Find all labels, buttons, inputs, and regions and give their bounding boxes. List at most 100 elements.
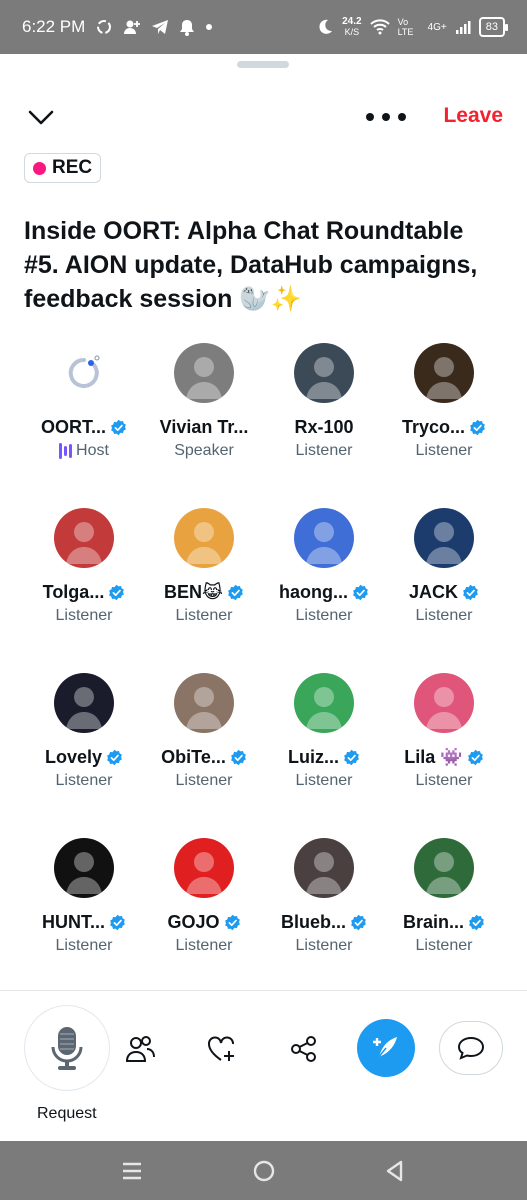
react-button[interactable] <box>206 1033 238 1065</box>
system-icons: 24.2 K/S Vo LTE 4G+ 83 <box>316 17 509 37</box>
person-silhouette-icon <box>306 357 342 399</box>
participant-name-row: GOJO <box>167 912 240 933</box>
participant[interactable]: Tryco... Listener <box>384 342 504 507</box>
participant[interactable]: GOJO Listener <box>144 837 264 1002</box>
participant-name: GOJO <box>167 912 220 932</box>
participant[interactable]: Blueb... Listener <box>264 837 384 1002</box>
participant-name: Luiz... <box>288 747 339 767</box>
battery-indicator: 83 <box>478 17 509 37</box>
verified-badge-icon <box>110 914 125 931</box>
participant-name-row: Vivian Tr... <box>160 417 249 438</box>
participant-name: Lila 👾 <box>404 747 463 767</box>
participant[interactable]: Lovely Listener <box>24 672 144 837</box>
request-mic-button[interactable] <box>24 1005 110 1091</box>
verified-badge-icon <box>469 914 484 931</box>
participant[interactable]: BEN😹 Listener <box>144 507 264 672</box>
system-navigation-bar <box>0 1141 527 1200</box>
feather-plus-icon <box>373 1037 397 1059</box>
participant-role-row: Listener <box>176 607 233 625</box>
avatar[interactable] <box>54 838 114 898</box>
participant[interactable]: Luiz... Listener <box>264 672 384 837</box>
participant[interactable]: Lila 👾 Listener <box>384 672 504 837</box>
share-button[interactable] <box>288 1033 320 1065</box>
menu-icon[interactable] <box>120 1159 144 1183</box>
participant-role: Listener <box>295 607 353 624</box>
chat-button[interactable] <box>439 1021 503 1075</box>
verified-badge-icon <box>107 749 122 766</box>
participant[interactable]: Tolga... Listener <box>24 507 144 672</box>
people-icon <box>125 1036 155 1062</box>
participant[interactable]: ObiTe... Listener <box>144 672 264 837</box>
avatar[interactable] <box>54 343 114 403</box>
participant-name-row: Brain... <box>403 912 485 933</box>
sheet-grabber[interactable] <box>237 61 289 68</box>
participant-role: Listener <box>295 937 353 954</box>
participant-role: Listener <box>55 937 113 954</box>
participant-role-row: Listener <box>56 607 113 625</box>
participant-role-row: Listener <box>416 937 473 955</box>
avatar[interactable] <box>294 673 354 733</box>
participant[interactable]: Brain... Listener <box>384 837 504 1002</box>
participant[interactable]: haong... Listener <box>264 507 384 672</box>
participant-name-row: Lovely <box>45 747 123 768</box>
participant-name-row: ObiTe... <box>161 747 247 768</box>
participants-grid: OORT... Host Vivian Tr... Speaker Rx-100 List… <box>24 342 504 1002</box>
participant-name-row: Blueb... <box>281 912 367 933</box>
participant-role: Listener <box>415 772 473 789</box>
avatar[interactable] <box>294 343 354 403</box>
avatar[interactable] <box>54 673 114 733</box>
person-silhouette-icon <box>186 522 222 564</box>
heart-plus-icon <box>208 1036 234 1061</box>
participant-role-row: Listener <box>296 442 353 460</box>
avatar[interactable] <box>414 508 474 568</box>
avatar[interactable] <box>294 508 354 568</box>
avatar[interactable] <box>54 508 114 568</box>
status-time: 6:22 PM <box>22 17 86 36</box>
recording-dot-icon <box>33 161 46 175</box>
participant-name: Lovely <box>44 747 103 767</box>
volte-label: Vo LTE <box>397 17 414 37</box>
avatar[interactable] <box>414 343 474 403</box>
avatar[interactable] <box>414 838 474 898</box>
avatar[interactable] <box>174 343 234 403</box>
participant-name-row: haong... <box>279 582 369 603</box>
participant[interactable]: HUNT... Listener <box>24 837 144 1002</box>
verified-badge-icon <box>463 584 478 601</box>
participant[interactable]: Vivian Tr... Speaker <box>144 342 264 507</box>
participant-role-row: Listener <box>296 937 353 955</box>
person-silhouette-icon <box>186 357 222 399</box>
telegram-icon <box>152 20 169 34</box>
verified-badge-icon <box>109 584 125 601</box>
chevron-down-icon[interactable] <box>26 102 56 132</box>
sync-icon <box>97 20 112 34</box>
participant[interactable]: Rx-100 Listener <box>264 342 384 507</box>
home-icon[interactable] <box>252 1159 276 1183</box>
person-silhouette-icon <box>306 687 342 729</box>
notification-icons <box>95 18 213 36</box>
verified-badge-icon <box>228 584 243 601</box>
person-silhouette-icon <box>426 522 462 564</box>
request-label: Request <box>37 1105 97 1122</box>
compose-button[interactable] <box>357 1019 415 1077</box>
person-silhouette-icon <box>186 687 222 729</box>
participant-name-row: HUNT... <box>42 912 126 933</box>
back-icon[interactable] <box>383 1159 407 1183</box>
leave-button[interactable]: Leave <box>443 104 503 128</box>
more-options-icon[interactable] <box>366 104 406 130</box>
participant-name: Brain... <box>402 912 464 932</box>
participant[interactable]: JACK Listener <box>384 507 504 672</box>
avatar[interactable] <box>174 673 234 733</box>
people-button[interactable] <box>124 1033 156 1065</box>
avatar[interactable] <box>294 838 354 898</box>
participant-role-row: Listener <box>56 937 113 955</box>
avatar[interactable] <box>174 508 234 568</box>
participant-role: Listener <box>295 442 353 459</box>
verified-badge-icon <box>230 749 246 766</box>
participant-name: OORT... <box>40 417 106 437</box>
recording-label: REC <box>52 157 93 178</box>
participant-role: Listener <box>175 937 233 954</box>
person-silhouette-icon <box>426 852 462 894</box>
avatar[interactable] <box>414 673 474 733</box>
avatar[interactable] <box>174 838 234 898</box>
participant[interactable]: OORT... Host <box>24 342 144 507</box>
